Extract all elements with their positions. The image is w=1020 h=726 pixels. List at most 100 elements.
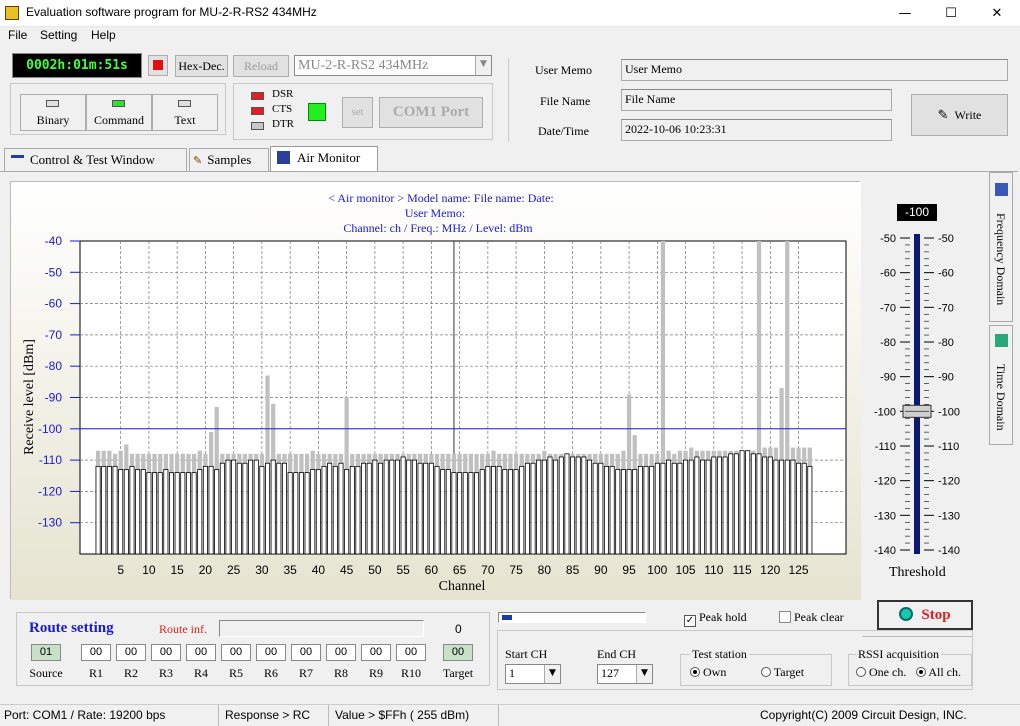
tab-time-domain[interactable]: Time Domain (989, 325, 1013, 445)
set-button[interactable]: set (342, 97, 373, 128)
route-cell-r4[interactable]: 00 (186, 644, 216, 661)
maximize-icon[interactable]: ☐ (928, 0, 974, 27)
peak-hold-label: Peak hold (699, 610, 747, 624)
route-cell-r9[interactable]: 00 (361, 644, 391, 661)
level-bar (310, 469, 316, 555)
slider-tick-label: -80 (938, 337, 954, 349)
route-cell-target[interactable]: 00 (443, 644, 473, 661)
level-bar (502, 469, 508, 555)
x-tick-label: 20 (199, 563, 213, 577)
level-bar (225, 459, 231, 555)
mode-button-text[interactable]: Text (152, 94, 218, 131)
record-button[interactable] (148, 55, 168, 76)
slider-track (914, 234, 920, 554)
peak-hold-checkbox[interactable]: ✓ Peak hold (684, 610, 747, 627)
hex-dec-button[interactable]: Hex-Dec. (175, 55, 228, 77)
level-bar (163, 469, 169, 555)
level-bar (428, 462, 434, 555)
level-bar (106, 465, 112, 555)
level-bar (168, 472, 175, 555)
tab-control-test[interactable]: Control & Test Window (4, 148, 187, 171)
level-bar (242, 462, 248, 555)
level-bar (383, 459, 389, 555)
route-label-r10: R10 (400, 666, 421, 680)
level-bar (270, 459, 276, 555)
port-status-lamp (308, 103, 326, 121)
com-port-button[interactable]: COM1 Port (379, 97, 483, 128)
minimize-icon[interactable]: — (882, 0, 928, 27)
level-bar (440, 469, 446, 555)
slider-tick-label: -90 (938, 372, 954, 384)
peak-clear-button[interactable]: Peak clear (779, 610, 844, 625)
mode-lamp-icon (178, 100, 191, 107)
y-tick-label: -90 (45, 391, 63, 405)
route-cell-r8[interactable]: 00 (326, 644, 356, 661)
route-cell-r3[interactable]: 00 (151, 644, 181, 661)
end-ch-label: End CH (597, 647, 636, 661)
rssi-label: RSSI acquisition (856, 647, 942, 662)
stop-button[interactable]: Stop (877, 600, 973, 630)
threshold-slider[interactable]: -50 -50 -60 -60 -70 -70 -80 -80 -90 -90 -100 -100 -1… (862, 224, 978, 564)
route-cell-r1[interactable]: 00 (81, 644, 111, 661)
datetime-label: Date/Time (538, 124, 589, 138)
start-ch-select[interactable]: 1 ▼ (505, 664, 561, 684)
slider-tick-label: -60 (880, 268, 896, 280)
level-bar (457, 472, 463, 555)
level-bar (236, 462, 242, 555)
write-button[interactable]: ✎ Write (911, 94, 1008, 136)
route-cell-r2[interactable]: 00 (116, 644, 146, 661)
user-memo-field[interactable]: User Memo (621, 59, 1008, 81)
level-bar (683, 459, 689, 555)
clear-box-icon (779, 611, 791, 623)
route-cell-source[interactable]: 01 (31, 644, 61, 661)
level-bar (95, 465, 101, 555)
chart-header-line3: Channel: ch / Freq.: MHz / Level: dBm (343, 221, 533, 235)
menu-setting[interactable]: Setting (40, 28, 77, 42)
tab-air-monitor-label: Air Monitor (297, 150, 361, 165)
model-select[interactable]: MU-2-R-RS2 434MHz ▼ (294, 55, 492, 76)
radio-off-icon (856, 667, 866, 677)
close-icon[interactable]: ✕ (974, 0, 1020, 27)
level-bar (135, 469, 141, 555)
tab-samples[interactable]: ✎ Samples (189, 148, 269, 171)
target-radio[interactable]: Target (761, 665, 804, 680)
air-monitor-chart: -40 -50 -60 -70 -80 -90 -100 -110 -120 -130 5 10 15 2… (11, 182, 861, 600)
level-bar (807, 465, 813, 555)
target-label: Target (773, 665, 805, 679)
route-label-r8: R8 (333, 666, 348, 680)
level-bar (474, 472, 480, 555)
level-bar (705, 459, 711, 555)
level-bar (281, 462, 288, 555)
level-bar (378, 462, 384, 555)
level-bar (767, 456, 773, 555)
all-ch-radio[interactable]: All ch. (916, 665, 961, 680)
route-cell-r5[interactable]: 00 (221, 644, 251, 661)
x-tick-label: 105 (676, 563, 696, 577)
stop-label: Stop (921, 607, 951, 623)
level-bar (344, 469, 350, 555)
menu-help[interactable]: Help (91, 28, 116, 42)
model-select-value: MU-2-R-RS2 434MHz (298, 58, 429, 73)
route-cell-r7[interactable]: 00 (291, 644, 321, 661)
file-name-field[interactable]: File Name (621, 89, 892, 111)
level-bar (490, 465, 497, 555)
mode-button-command[interactable]: Command (86, 94, 152, 131)
reload-button[interactable]: Reload (233, 55, 289, 77)
mode-button-binary[interactable]: Binary (20, 94, 86, 131)
tab-frequency-domain[interactable]: Frequency Domain (989, 172, 1013, 322)
one-ch-radio[interactable]: One ch. (856, 665, 906, 680)
divider (508, 58, 509, 142)
route-label-r4: R4 (193, 666, 208, 680)
menu-file[interactable]: File (8, 28, 27, 42)
own-radio[interactable]: Own (690, 665, 726, 680)
level-bar (140, 469, 146, 555)
level-bar (304, 472, 310, 555)
level-bar (632, 469, 638, 555)
tab-air-monitor[interactable]: Air Monitor (270, 146, 378, 172)
route-cell-r10[interactable]: 00 (396, 644, 426, 661)
route-cell-r6[interactable]: 00 (256, 644, 286, 661)
end-ch-select[interactable]: 127 ▼ (597, 664, 653, 684)
app-icon (5, 6, 19, 20)
peak-clear-label: Peak clear (794, 610, 844, 624)
route-label-r5: R5 (228, 666, 243, 680)
